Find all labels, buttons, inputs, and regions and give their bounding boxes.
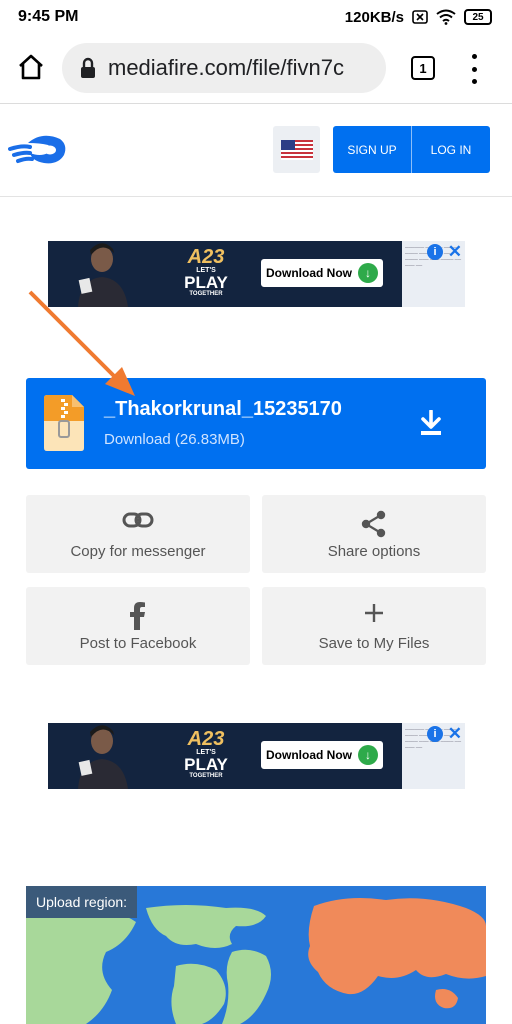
copy-for-messenger-button[interactable]: Copy for messenger — [26, 495, 250, 573]
upload-region-label: Upload region: — [26, 886, 138, 918]
url-text: mediafire.com/file/fivn7c — [108, 55, 344, 80]
arrow-down-icon: ↓ — [358, 263, 378, 283]
mediafire-logo[interactable] — [8, 131, 68, 171]
ad-play-text: PLAY — [184, 755, 228, 774]
ad-cta-label: Download Now — [266, 748, 352, 762]
tile-label: Share options — [327, 543, 421, 560]
browser-toolbar: mediafire.com/file/fivn7c 1 — [0, 34, 512, 104]
ad-together-text: TOGETHER — [189, 291, 223, 297]
status-time: 9:45 PM — [18, 8, 79, 25]
ad-person-image — [78, 725, 128, 789]
upload-region-map: Upload region: — [26, 886, 486, 1024]
plus-icon — [365, 604, 383, 622]
home-icon[interactable] — [16, 52, 46, 82]
ad-info-icon[interactable]: i — [427, 244, 443, 260]
wifi-icon — [436, 9, 456, 25]
ad-cta-label: Download Now — [266, 266, 352, 280]
ad-download-button[interactable]: Download Now ↓ — [261, 259, 383, 287]
lock-icon — [81, 57, 95, 78]
post-to-facebook-button[interactable]: Post to Facebook — [26, 587, 250, 665]
download-button[interactable]: _Thakorkrunal_15235170 Download (26.83MB… — [26, 378, 486, 469]
zip-file-icon — [44, 395, 84, 451]
ad-banner[interactable]: A23 LET'S PLAY TOGETHER Download Now ↓ ─… — [48, 723, 465, 789]
save-to-my-files-button[interactable]: Save to My Files — [262, 587, 486, 665]
ad-play-text: PLAY — [184, 273, 228, 292]
site-header: SIGN UP LOG IN — [0, 105, 512, 197]
status-bar: 9:45 PM 120KB/s 25 — [0, 0, 512, 34]
ad-brand-logo: A23 LET'S PLAY TOGETHER — [160, 729, 252, 780]
file-name: _Thakorkrunal_15235170 — [104, 398, 342, 420]
status-indicators: 120KB/s 25 — [345, 9, 492, 26]
ad-close-icon[interactable]: ✕ — [448, 242, 462, 262]
arrow-down-icon: ↓ — [358, 745, 378, 765]
more-options-icon[interactable] — [466, 54, 482, 84]
network-speed: 120KB/s — [344, 8, 404, 26]
tile-label: Post to Facebook — [79, 635, 197, 652]
link-icon — [122, 512, 154, 528]
ad-info-icon[interactable]: i — [427, 726, 443, 742]
download-icon — [421, 410, 441, 435]
facebook-icon — [130, 602, 145, 630]
tab-switcher-button[interactable]: 1 — [411, 56, 435, 80]
share-icon — [361, 510, 386, 538]
download-size-label: Download (26.83MB) — [104, 431, 245, 448]
address-bar[interactable]: mediafire.com/file/fivn7c — [62, 43, 386, 93]
sign-up-button[interactable]: SIGN UP — [333, 126, 411, 173]
ad-close-icon[interactable]: ✕ — [448, 724, 462, 744]
auth-buttons: SIGN UP LOG IN — [333, 126, 490, 173]
share-options-button[interactable]: Share options — [262, 495, 486, 573]
tile-label: Save to My Files — [318, 635, 430, 652]
ad-brand: A23 — [187, 246, 225, 268]
ad-download-button[interactable]: Download Now ↓ — [261, 741, 383, 769]
log-in-button[interactable]: LOG IN — [412, 126, 490, 173]
ad-brand-logo: A23 LET'S PLAY TOGETHER — [160, 247, 252, 298]
language-selector[interactable] — [273, 126, 320, 173]
ad-banner[interactable]: A23 LET'S PLAY TOGETHER Download Now ↓ ─… — [48, 241, 465, 307]
ad-together-text: TOGETHER — [189, 773, 223, 779]
battery-icon: 25 — [464, 9, 492, 25]
tile-label: Copy for messenger — [70, 543, 206, 560]
ad-person-image — [78, 243, 128, 307]
no-sim-icon — [412, 10, 428, 24]
ad-brand: A23 — [187, 728, 225, 750]
us-flag-icon — [280, 139, 313, 160]
